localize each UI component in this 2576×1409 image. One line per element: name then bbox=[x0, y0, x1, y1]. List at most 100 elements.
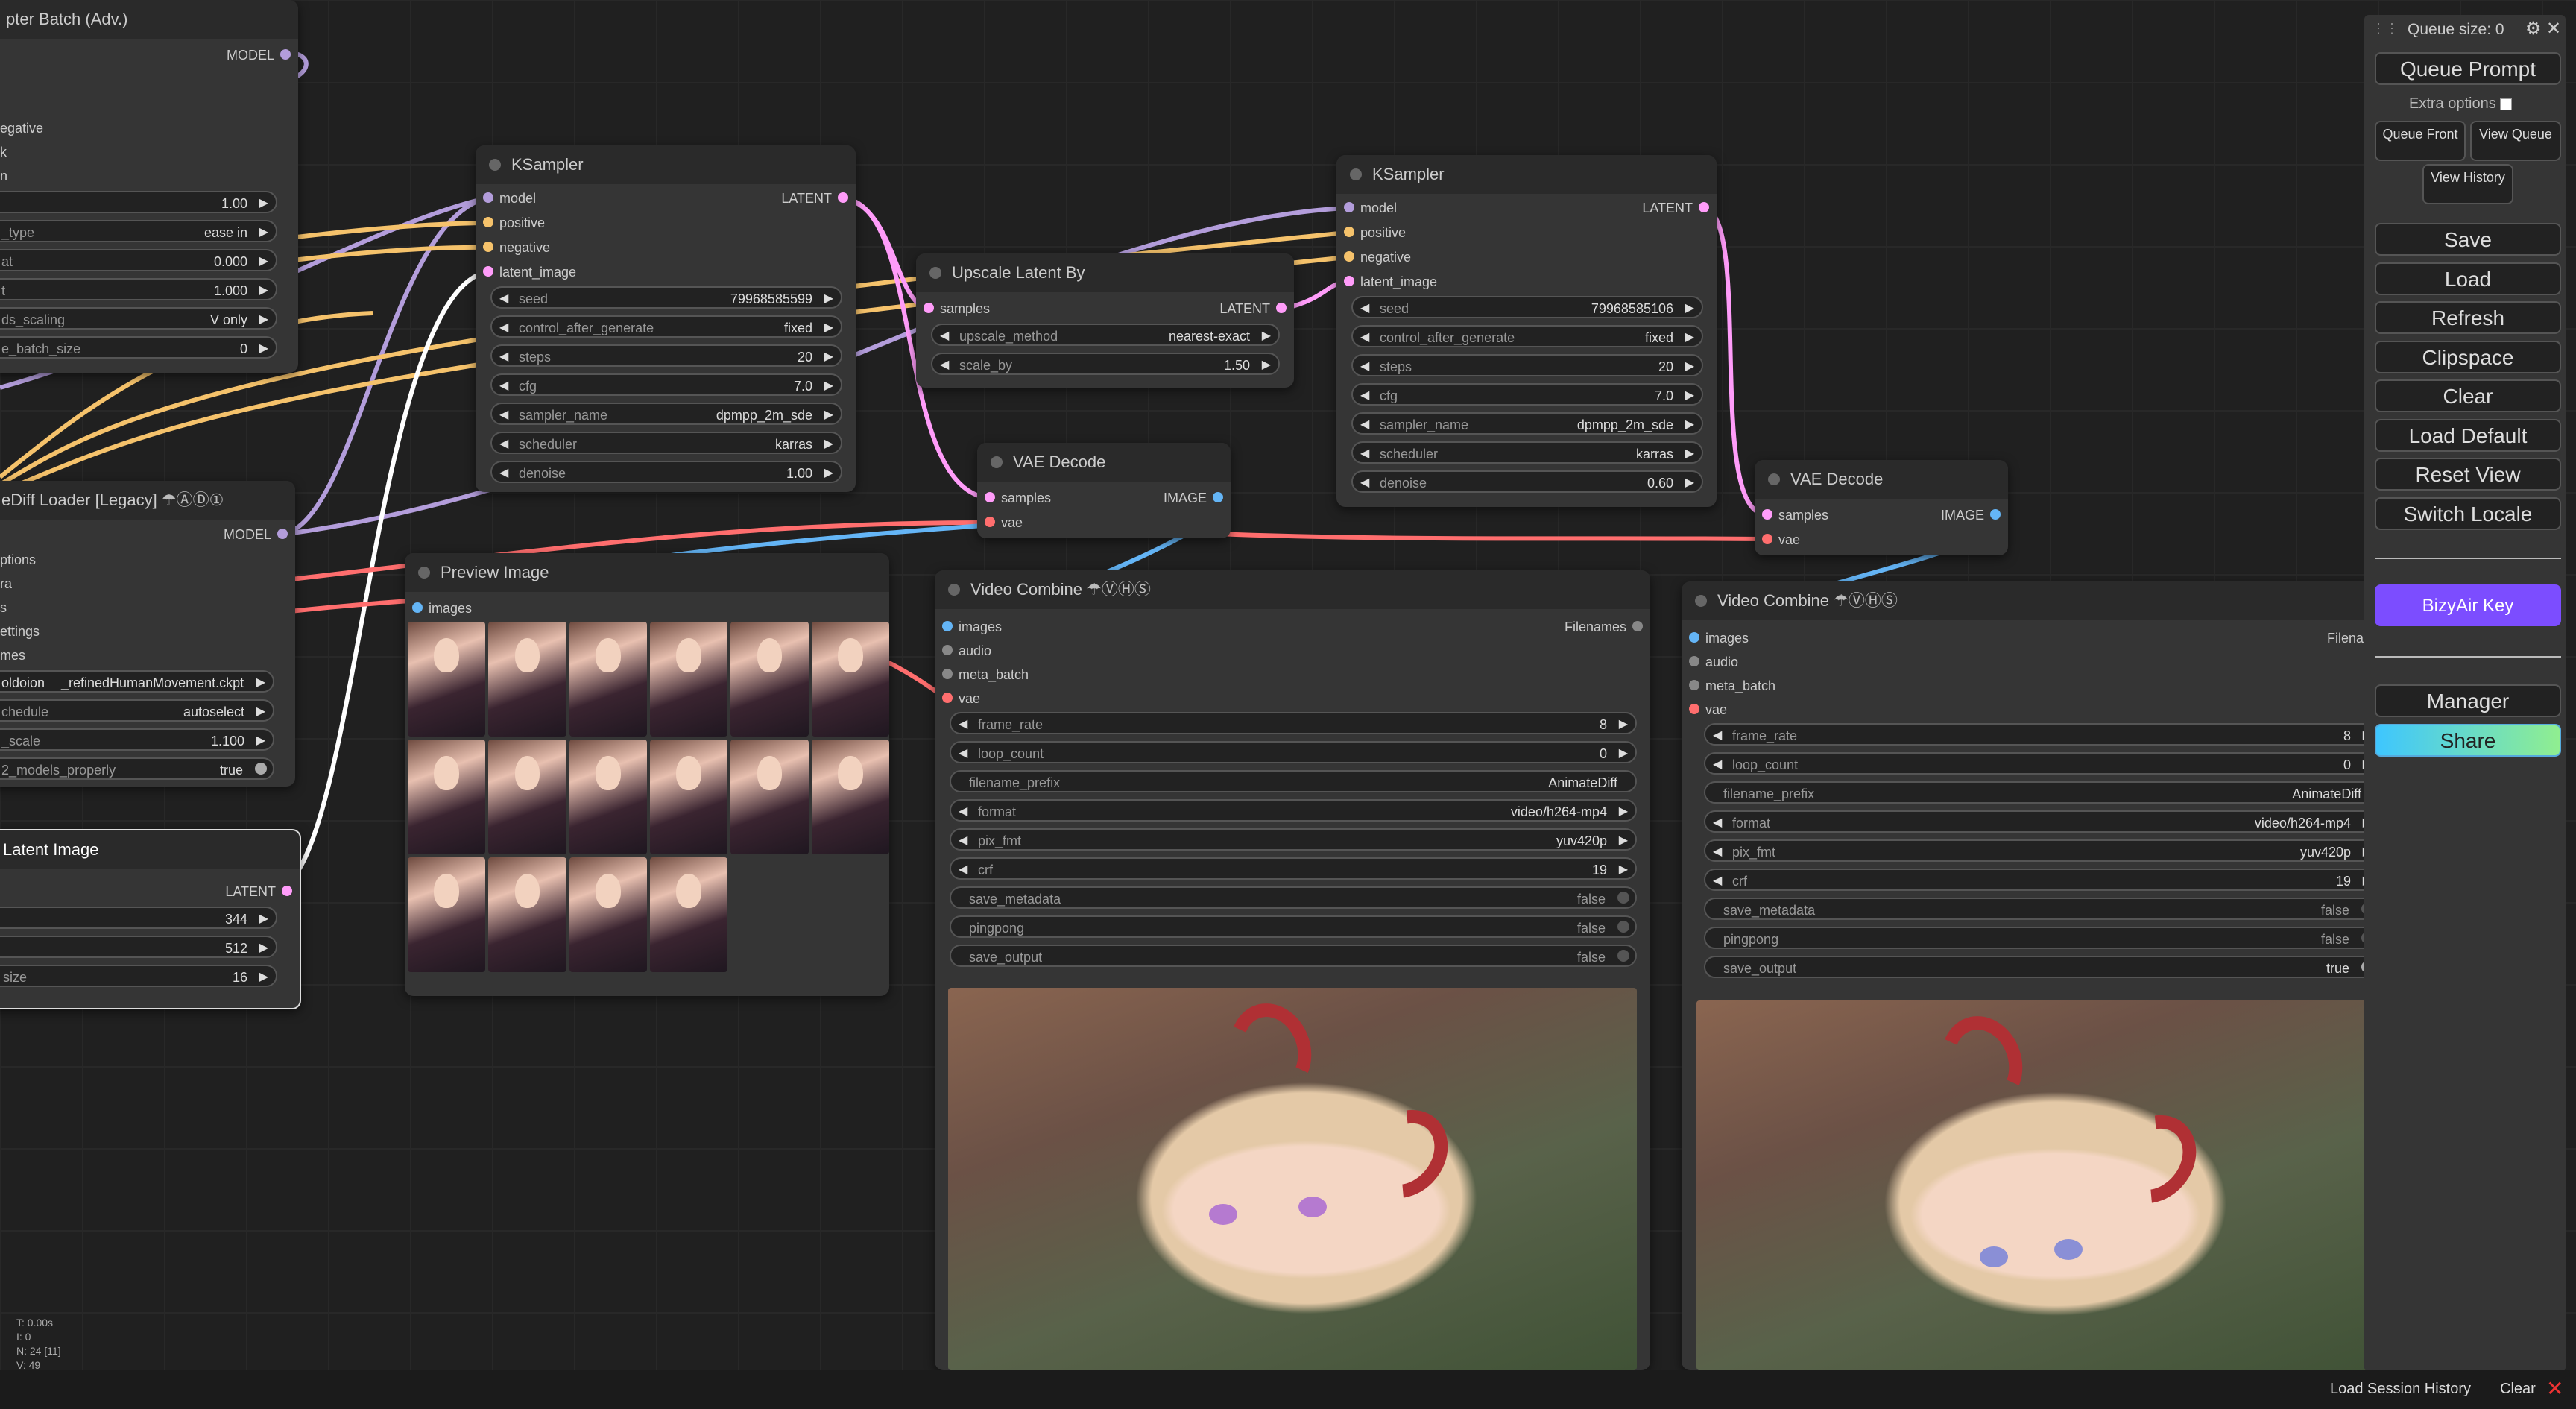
decrement-arrow-icon[interactable]: ◀ bbox=[940, 325, 949, 347]
widget-sampler-name[interactable]: ◀ sampler_name dpmpp_2m_sde ▶ bbox=[490, 403, 842, 425]
collapse-dot[interactable] bbox=[929, 267, 941, 279]
input-images[interactable]: images bbox=[935, 615, 1002, 639]
increment-arrow-icon[interactable]: ▶ bbox=[824, 404, 833, 426]
share-button[interactable]: Share bbox=[2375, 724, 2561, 757]
widget-format[interactable]: ◀formatvideo/h264-mp4▶ bbox=[950, 799, 1637, 822]
preview-thumbnail[interactable] bbox=[811, 622, 889, 737]
input-vae[interactable]: vae bbox=[935, 687, 980, 710]
bottom-clear-button[interactable]: Clear bbox=[2500, 1381, 2536, 1398]
increment-arrow-icon[interactable]: ▶ bbox=[259, 908, 268, 930]
video-preview[interactable] bbox=[1696, 1000, 2387, 1370]
collapse-dot[interactable] bbox=[489, 159, 501, 171]
input-samples[interactable]: samples bbox=[916, 297, 990, 321]
increment-arrow-icon[interactable]: ▶ bbox=[824, 462, 833, 485]
decrement-arrow-icon[interactable]: ◀ bbox=[499, 317, 508, 339]
decrement-arrow-icon[interactable]: ◀ bbox=[499, 462, 508, 485]
node-animatediff-loader[interactable]: eDiff Loader [Legacy] ☂ⒶⒹ① MODEL ptions … bbox=[0, 481, 295, 787]
increment-arrow-icon[interactable]: ▶ bbox=[824, 375, 833, 397]
widget-cfg[interactable]: ◀ cfg 7.0 ▶ bbox=[1351, 383, 1703, 406]
widget-width[interactable]: 344 ▶ bbox=[0, 907, 277, 929]
node-ksampler-1[interactable]: KSampler model positive negative latent_… bbox=[476, 145, 856, 492]
preview-thumbnail[interactable] bbox=[650, 857, 728, 972]
increment-arrow-icon[interactable]: ▶ bbox=[1685, 356, 1694, 378]
preview-thumbnail[interactable] bbox=[569, 740, 647, 854]
widget-sampler-name[interactable]: ◀ sampler_name dpmpp_2m_sde ▶ bbox=[1351, 412, 1703, 435]
preview-thumbnail[interactable] bbox=[730, 622, 809, 737]
widget-seed[interactable]: ◀ seed 79968585599 ▶ bbox=[490, 286, 842, 309]
decrement-arrow-icon[interactable]: ◀ bbox=[1360, 414, 1369, 436]
increment-arrow-icon[interactable]: ▶ bbox=[259, 250, 268, 273]
load-default-button[interactable]: Load Default bbox=[2375, 419, 2561, 452]
decrement-arrow-icon[interactable]: ◀ bbox=[1713, 725, 1722, 747]
input-samples[interactable]: samples bbox=[1755, 503, 1828, 527]
widget-adapter-4[interactable]: ds_scaling V only ▶ bbox=[0, 307, 277, 330]
decrement-arrow-icon[interactable]: ◀ bbox=[1360, 356, 1369, 378]
decrement-arrow-icon[interactable]: ◀ bbox=[1360, 472, 1369, 494]
widget-cfg[interactable]: ◀ cfg 7.0 ▶ bbox=[490, 373, 842, 396]
widget-pix-fmt[interactable]: ◀pix_fmtyuv420p▶ bbox=[1704, 839, 2381, 862]
increment-arrow-icon[interactable]: ▶ bbox=[1685, 443, 1694, 465]
increment-arrow-icon[interactable]: ▶ bbox=[1619, 801, 1628, 823]
node-preview-image[interactable]: Preview Image images bbox=[405, 553, 889, 996]
queue-prompt-button[interactable]: Queue Prompt bbox=[2375, 52, 2561, 85]
decrement-arrow-icon[interactable]: ◀ bbox=[499, 433, 508, 456]
view-history-button[interactable]: View History bbox=[2422, 164, 2513, 204]
preview-thumbnail[interactable] bbox=[650, 740, 728, 854]
refresh-button[interactable]: Refresh bbox=[2375, 301, 2561, 334]
increment-arrow-icon[interactable]: ▶ bbox=[259, 937, 268, 959]
widget-beta-schedule[interactable]: chedule autoselect ▶ bbox=[0, 699, 274, 722]
view-queue-button[interactable]: View Queue bbox=[2470, 121, 2561, 161]
input-fragment[interactable]: k bbox=[0, 140, 7, 164]
increment-arrow-icon[interactable]: ▶ bbox=[259, 280, 268, 302]
increment-arrow-icon[interactable]: ▶ bbox=[259, 338, 268, 360]
widget-save-output[interactable]: save_output false bbox=[950, 945, 1637, 967]
input-fragment[interactable]: ettings bbox=[0, 620, 40, 643]
widget-loop-count[interactable]: ◀loop_count0▶ bbox=[950, 741, 1637, 763]
widget-scheduler[interactable]: ◀ scheduler karras ▶ bbox=[490, 432, 842, 454]
preview-thumbnail[interactable] bbox=[408, 740, 486, 854]
output-model[interactable]: MODEL bbox=[227, 43, 298, 67]
input-vae[interactable]: vae bbox=[1682, 698, 1727, 722]
decrement-arrow-icon[interactable]: ◀ bbox=[499, 375, 508, 397]
output-image[interactable]: IMAGE bbox=[1941, 503, 2008, 527]
input-fragment[interactable]: n bbox=[0, 164, 7, 188]
queue-front-button[interactable]: Queue Front bbox=[2375, 121, 2466, 161]
widget-denoise[interactable]: ◀ denoise 1.00 ▶ bbox=[490, 461, 842, 483]
decrement-arrow-icon[interactable]: ◀ bbox=[1713, 812, 1722, 834]
input-fragment[interactable]: egative bbox=[0, 116, 43, 140]
preview-thumbnail[interactable] bbox=[488, 740, 566, 854]
preview-thumbnail[interactable] bbox=[408, 857, 486, 972]
input-negative[interactable]: negative bbox=[476, 236, 550, 259]
node-video-combine-2[interactable]: Video Combine ☂ⓋⒽⓈ images audio meta_bat… bbox=[1682, 581, 2390, 1370]
increment-arrow-icon[interactable]: ▶ bbox=[824, 317, 833, 339]
decrement-arrow-icon[interactable]: ◀ bbox=[940, 354, 949, 376]
decrement-arrow-icon[interactable]: ◀ bbox=[1360, 327, 1369, 349]
preview-thumbnail[interactable] bbox=[569, 857, 647, 972]
output-model[interactable]: MODEL bbox=[224, 523, 295, 546]
preview-thumbnail[interactable] bbox=[488, 857, 566, 972]
widget-model-name[interactable]: oldoion _refinedHumanMovement.ckpt ▶ bbox=[0, 670, 274, 693]
input-negative[interactable]: negative bbox=[1336, 245, 1411, 269]
input-model[interactable]: model bbox=[476, 186, 536, 210]
widget-height[interactable]: 512 ▶ bbox=[0, 936, 277, 958]
decrement-arrow-icon[interactable]: ◀ bbox=[1713, 841, 1722, 863]
input-fragment[interactable]: s bbox=[0, 596, 7, 620]
widget-filename-prefix[interactable]: filename_prefix AnimateDiff bbox=[950, 770, 1637, 792]
widget-control-after-generate[interactable]: ◀ control_after_generate fixed ▶ bbox=[1351, 325, 1703, 347]
manager-button[interactable]: Manager bbox=[2375, 684, 2561, 717]
collapse-dot[interactable] bbox=[418, 567, 430, 579]
preview-thumbnail[interactable] bbox=[408, 622, 486, 737]
widget-pingpong[interactable]: pingpong false bbox=[950, 915, 1637, 938]
node-ksampler-2[interactable]: KSampler model positive negative latent_… bbox=[1336, 155, 1717, 507]
output-image[interactable]: IMAGE bbox=[1164, 486, 1231, 510]
decrement-arrow-icon[interactable]: ◀ bbox=[499, 404, 508, 426]
widget-scale-by[interactable]: ◀ scale_by 1.50 ▶ bbox=[931, 353, 1280, 375]
widget-adapter-1[interactable]: _type ease in ▶ bbox=[0, 220, 277, 242]
input-fragment[interactable]: ptions bbox=[0, 548, 36, 572]
widget-loop-count[interactable]: ◀loop_count0▶ bbox=[1704, 752, 2381, 775]
preview-thumbnail[interactable] bbox=[650, 622, 728, 737]
input-fragment[interactable]: mes bbox=[0, 643, 25, 667]
widget-pingpong[interactable]: pingpong false bbox=[1704, 927, 2381, 949]
widget-adapter-5[interactable]: e_batch_size 0 ▶ bbox=[0, 336, 277, 359]
node-graph-canvas[interactable]: pter Batch (Adv.) MODEL egative k n 1.00… bbox=[0, 0, 2576, 1409]
